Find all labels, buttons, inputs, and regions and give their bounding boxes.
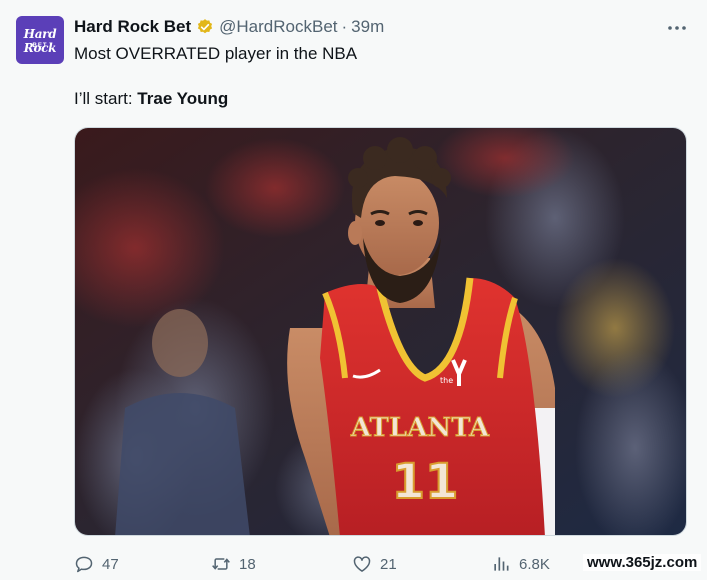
like-count: 21 (380, 555, 397, 573)
repost-count: 18 (239, 555, 256, 573)
verified-badge-icon[interactable] (196, 18, 214, 36)
tweet-header: Hard Rock Bet @HardRockBet · 39m (74, 16, 384, 38)
like-button[interactable]: 21 (352, 552, 397, 576)
heart-icon (353, 556, 371, 572)
views-count: 6.8K (519, 555, 550, 573)
tweet-text-line1: Most OVERRATED player in the NBA (74, 44, 358, 63)
jersey-sponsor: the (440, 376, 453, 385)
views-button[interactable]: 6.8K (491, 552, 550, 576)
reply-icon (75, 556, 93, 573)
tweet-text-prefix: I’ll start: (74, 89, 138, 108)
views-icon (494, 557, 509, 571)
avatar-logo-text: Hard Rock (23, 27, 57, 55)
repost-icon (212, 558, 230, 570)
more-icon[interactable] (665, 18, 689, 38)
jersey-number: 11 (392, 454, 459, 510)
jersey-text: ATLANTA (350, 413, 490, 443)
tweet-card[interactable]: Hard Rock BET Hard Rock Bet @HardRockBet… (0, 0, 707, 580)
tweet-text-bold: Trae Young (137, 89, 229, 108)
watermark: www.365jz.com (583, 554, 702, 571)
timestamp[interactable]: 39m (351, 17, 384, 37)
tweet-photo[interactable]: ATLANTA 11 the (74, 127, 687, 536)
repost-button[interactable]: 18 (211, 552, 256, 576)
reply-count: 47 (102, 555, 119, 573)
reply-button[interactable]: 47 (74, 552, 119, 576)
display-name[interactable]: Hard Rock Bet (74, 17, 191, 37)
tweet-text-line2: I’ll start: Trae Young (74, 89, 228, 109)
handle[interactable]: @HardRockBet (219, 17, 337, 37)
player-photo: ATLANTA 11 the (75, 128, 686, 535)
avatar-logo-subtext: BET (32, 43, 48, 49)
separator: · (341, 17, 348, 36)
avatar[interactable]: Hard Rock BET (16, 16, 64, 64)
